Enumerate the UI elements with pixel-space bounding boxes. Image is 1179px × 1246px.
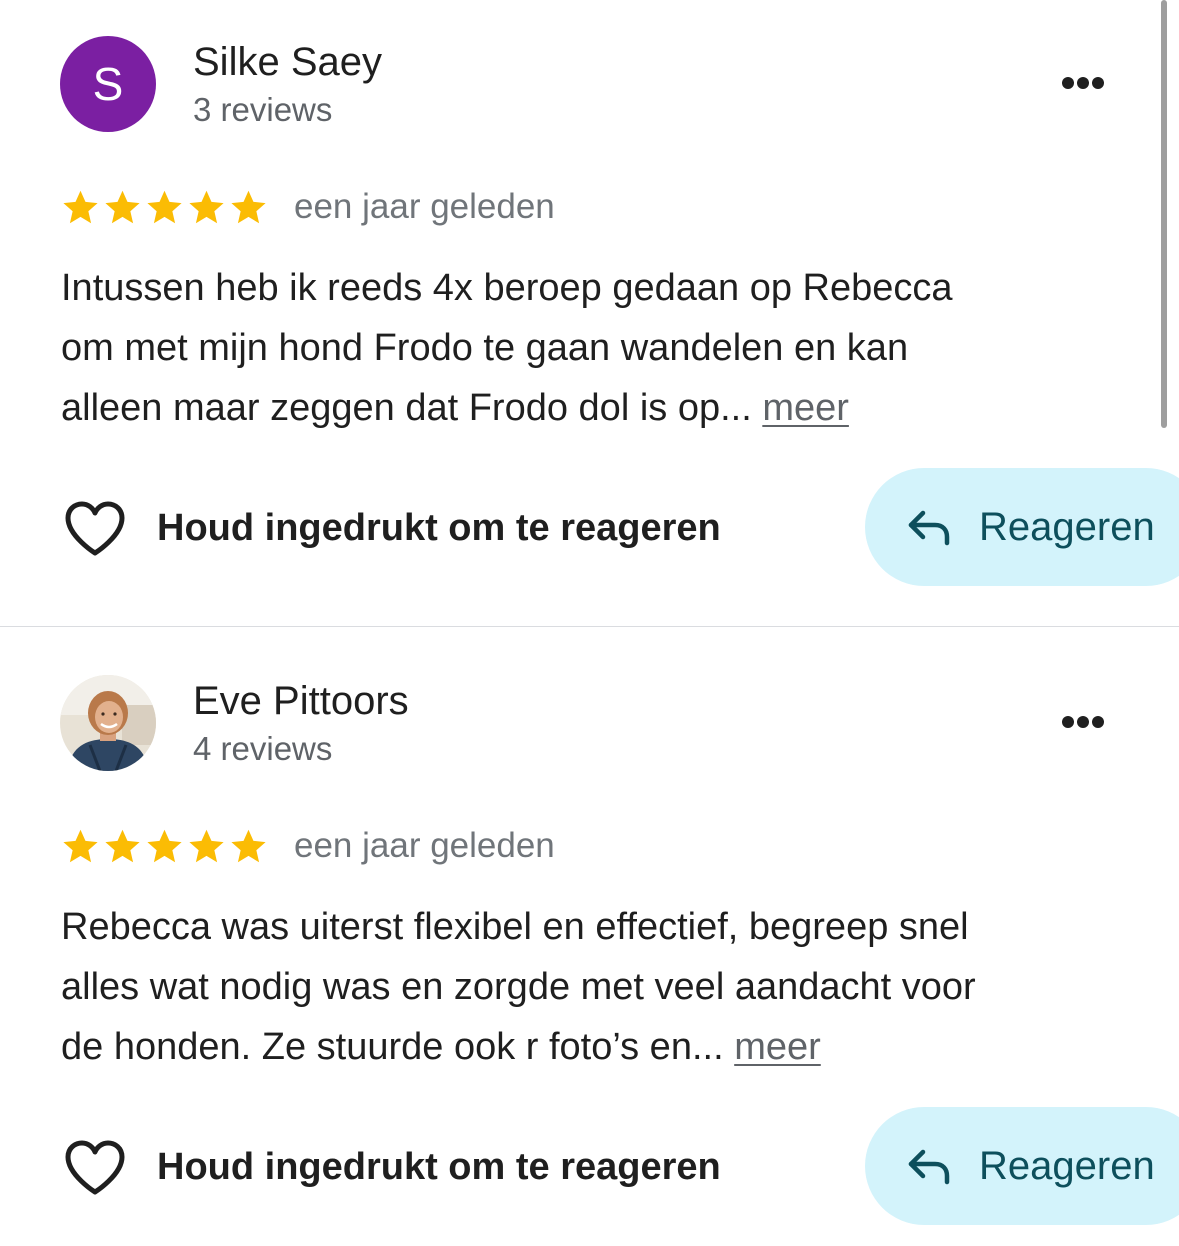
reply-button-label: Reageren [979, 1144, 1155, 1188]
reply-button[interactable]: Reageren [865, 468, 1179, 586]
reviewer-name[interactable]: Eve Pittoors [193, 677, 409, 725]
review-date: een jaar geleden [294, 187, 555, 226]
star-icon [63, 190, 98, 224]
review-card: Eve Pittoors 4 reviews een jaar geleden … [0, 639, 1179, 1239]
avatar[interactable]: S [60, 36, 156, 132]
reply-arrow-icon [907, 1148, 951, 1186]
review-text-line: om met mijn hond Frodo te gaan wandelen … [61, 327, 909, 369]
star-rating [60, 186, 270, 228]
reply-button-label: Reageren [979, 505, 1155, 549]
review-text-line-part: de honden. Ze stuurde ook r foto’s en... [61, 1026, 735, 1068]
read-more-link[interactable]: meer [762, 387, 849, 429]
star-icon [147, 190, 182, 224]
reviewer-review-count: 3 reviews [193, 91, 333, 128]
profile-photo [60, 675, 156, 771]
star-icon [231, 829, 266, 863]
more-options-button[interactable] [1048, 60, 1118, 106]
avatar[interactable] [60, 675, 156, 771]
heart-outline-icon[interactable] [64, 500, 126, 558]
star-rating [60, 825, 270, 867]
more-horizontal-icon [1062, 77, 1104, 89]
heart-outline-icon[interactable] [64, 1139, 126, 1197]
review-text-line-part: alleen maar zeggen dat Frodo dol is op..… [61, 387, 763, 429]
react-hint-label[interactable]: Houd ingedrukt om te reageren [157, 1144, 721, 1190]
review-text-line: alleen maar zeggen dat Frodo dol is op..… [61, 378, 1131, 438]
review-text: Intussen heb ik reeds 4x beroep gedaan o… [61, 258, 1131, 438]
scrollbar[interactable] [1161, 0, 1167, 428]
react-hint-label[interactable]: Houd ingedrukt om te reageren [157, 505, 721, 551]
review-text-line: Intussen heb ik reeds 4x beroep gedaan o… [61, 267, 953, 309]
reply-arrow-icon [907, 509, 951, 547]
reviewer-name[interactable]: Silke Saey [193, 38, 382, 86]
star-icon [189, 190, 224, 224]
review-date: een jaar geleden [294, 826, 555, 865]
review-text-line: de honden. Ze stuurde ook r foto’s en...… [61, 1017, 1131, 1077]
reviewer-review-count: 4 reviews [193, 730, 333, 767]
more-horizontal-icon [1062, 716, 1104, 728]
star-icon [231, 190, 266, 224]
review-divider [0, 626, 1179, 627]
reply-button[interactable]: Reageren [865, 1107, 1179, 1225]
star-icon [105, 829, 140, 863]
review-text: Rebecca was uiterst flexibel en effectie… [61, 897, 1131, 1077]
review-card: S Silke Saey 3 reviews een jaar geleden … [0, 0, 1179, 600]
more-options-button[interactable] [1048, 699, 1118, 745]
star-icon [63, 829, 98, 863]
read-more-link[interactable]: meer [734, 1026, 821, 1068]
review-text-line: Rebecca was uiterst flexibel en effectie… [61, 906, 969, 948]
star-icon [147, 829, 182, 863]
star-icon [189, 829, 224, 863]
review-text-line: alles wat nodig was en zorgde met veel a… [61, 966, 976, 1008]
star-icon [105, 190, 140, 224]
